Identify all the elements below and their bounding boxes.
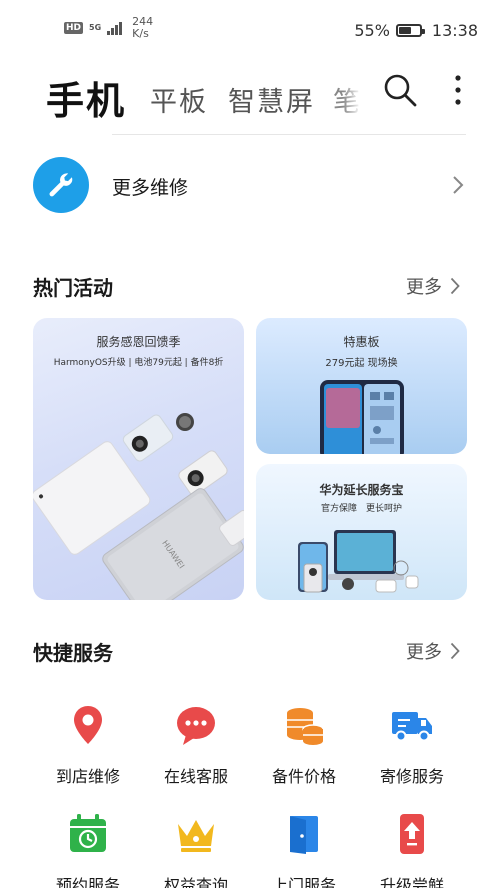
chevron-right-icon <box>450 642 460 660</box>
quick-services-more-link[interactable]: 更多 <box>406 638 460 664</box>
clock: 13:38 <box>431 21 478 40</box>
service-parts-price[interactable]: 备件价格 <box>250 703 358 787</box>
chat-bubble-icon <box>177 707 215 745</box>
category-tabs: 手机 平板 智慧屏 笔 <box>0 62 500 124</box>
status-left: HD 5G 244 K/s <box>64 16 153 40</box>
location-pin-icon <box>74 706 102 744</box>
hd-badge: HD <box>64 22 84 34</box>
service-label: 上门服务 <box>271 876 336 888</box>
tab-tablet[interactable]: 平板 <box>150 80 208 119</box>
more-options-icon[interactable] <box>446 72 470 108</box>
service-label: 在线客服 <box>163 767 228 786</box>
chevron-right-icon <box>453 176 464 194</box>
quick-services-title: 快捷服务 <box>33 641 113 665</box>
service-label: 到店维修 <box>55 767 120 786</box>
service-store-repair[interactable]: 到店维修 <box>34 703 142 787</box>
service-mail-in-repair[interactable]: 寄修服务 <box>358 703 466 787</box>
service-appointment[interactable]: 预约服务 <box>34 812 142 888</box>
service-upgrade-preview[interactable]: 升级尝鲜 <box>358 812 466 888</box>
truck-icon <box>392 712 432 742</box>
service-label: 预约服务 <box>55 876 120 888</box>
battery-fill <box>398 27 411 34</box>
battery-percent: 55% <box>354 21 390 40</box>
more-label: 更多 <box>406 277 442 298</box>
service-benefits-query[interactable]: 权益查询 <box>142 812 250 888</box>
divider <box>112 134 466 135</box>
tab-phone[interactable]: 手机 <box>46 70 126 125</box>
more-repair-row[interactable]: 更多维修 <box>0 157 500 215</box>
more-repair-label: 更多维修 <box>112 177 189 199</box>
coins-icon <box>287 708 324 745</box>
service-label: 寄修服务 <box>379 767 444 786</box>
phone-board-illustration <box>320 380 404 454</box>
service-onsite[interactable]: 上门服务 <box>250 812 358 888</box>
upgrade-phone-icon <box>400 814 424 854</box>
network-speed-unit: K/s <box>132 27 149 40</box>
service-label: 升级尝鲜 <box>379 876 444 888</box>
network-type: 5G <box>89 23 102 32</box>
wrench-icon <box>33 157 89 213</box>
promo-card-battery[interactable]: 特惠板 279元起 现场换 <box>256 318 467 454</box>
service-online-support[interactable]: 在线客服 <box>142 703 250 787</box>
promo-card-extended-service[interactable]: 华为延长服务宝 官方保障 更长呵护 <box>256 464 467 600</box>
search-icon[interactable] <box>382 72 418 108</box>
signal-icon <box>107 21 123 35</box>
service-label: 权益查询 <box>163 876 228 888</box>
tab-laptop-partial[interactable]: 笔 <box>333 80 361 119</box>
promo-card-service-season[interactable]: 服务感恩回馈季 HarmonyOS升级 | 电池79元起 | 备件8折 HUAW… <box>33 318 244 600</box>
battery-icon <box>395 24 425 37</box>
door-icon <box>290 816 318 854</box>
devices-illustration <box>33 413 244 600</box>
devices-bundle-illustration <box>298 530 419 593</box>
hot-activities-more-link[interactable]: 更多 <box>406 273 460 299</box>
calendar-icon <box>70 814 106 852</box>
status-right: 55% 13:38 <box>354 21 478 40</box>
crown-icon <box>178 820 214 852</box>
service-label: 备件价格 <box>271 767 336 786</box>
status-bar: HD 5G 244 K/s 55% 13:38 <box>0 0 500 62</box>
tab-smart-screen[interactable]: 智慧屏 <box>228 80 315 119</box>
hot-activities-title: 热门活动 <box>33 276 113 300</box>
more-label: 更多 <box>406 642 442 663</box>
chevron-right-icon <box>450 277 460 295</box>
